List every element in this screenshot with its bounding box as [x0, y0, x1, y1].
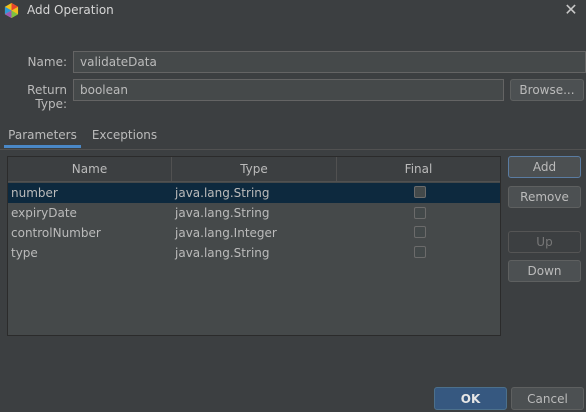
- down-button[interactable]: Down: [508, 260, 581, 282]
- add-button[interactable]: Add: [508, 156, 581, 178]
- table-row[interactable]: type java.lang.String: [8, 243, 500, 263]
- param-name-cell[interactable]: number: [11, 183, 58, 203]
- table-row[interactable]: number java.lang.String: [8, 183, 500, 203]
- column-header-type[interactable]: Type: [172, 157, 337, 182]
- title-bar: Add Operation ✕: [0, 0, 586, 22]
- param-name-cell[interactable]: type: [11, 243, 38, 263]
- tab-divider: [0, 149, 586, 150]
- param-name-cell[interactable]: controlNumber: [11, 223, 101, 243]
- up-button[interactable]: Up: [508, 231, 581, 253]
- return-type-label: Return Type:: [27, 83, 67, 111]
- final-checkbox[interactable]: [414, 207, 426, 219]
- final-checkbox[interactable]: [414, 186, 426, 198]
- tab-parameters[interactable]: Parameters: [4, 127, 81, 148]
- param-type-cell[interactable]: java.lang.String: [175, 243, 270, 263]
- param-type-cell[interactable]: java.lang.Integer: [175, 223, 277, 243]
- column-header-final[interactable]: Final: [337, 157, 500, 182]
- param-type-cell[interactable]: java.lang.String: [175, 183, 270, 203]
- table-row[interactable]: controlNumber java.lang.Integer: [8, 223, 500, 243]
- ok-button[interactable]: OK: [434, 387, 507, 410]
- final-checkbox[interactable]: [414, 226, 426, 238]
- cancel-button[interactable]: Cancel: [511, 387, 584, 410]
- window-title: Add Operation: [27, 3, 114, 17]
- param-name-cell[interactable]: expiryDate: [11, 203, 77, 223]
- parameters-table[interactable]: Name Type Final number java.lang.String …: [7, 156, 501, 336]
- return-type-input[interactable]: [73, 79, 504, 101]
- browse-button[interactable]: Browse...: [510, 79, 584, 101]
- app-logo-icon: [4, 3, 19, 18]
- param-type-cell[interactable]: java.lang.String: [175, 203, 270, 223]
- remove-button[interactable]: Remove: [508, 186, 581, 208]
- column-header-name[interactable]: Name: [8, 157, 172, 182]
- table-row[interactable]: expiryDate java.lang.String: [8, 203, 500, 223]
- final-checkbox[interactable]: [414, 246, 426, 258]
- close-icon[interactable]: ✕: [563, 2, 579, 18]
- name-input[interactable]: [73, 51, 586, 73]
- name-label: Name:: [27, 55, 67, 69]
- tab-exceptions[interactable]: Exceptions: [88, 127, 161, 148]
